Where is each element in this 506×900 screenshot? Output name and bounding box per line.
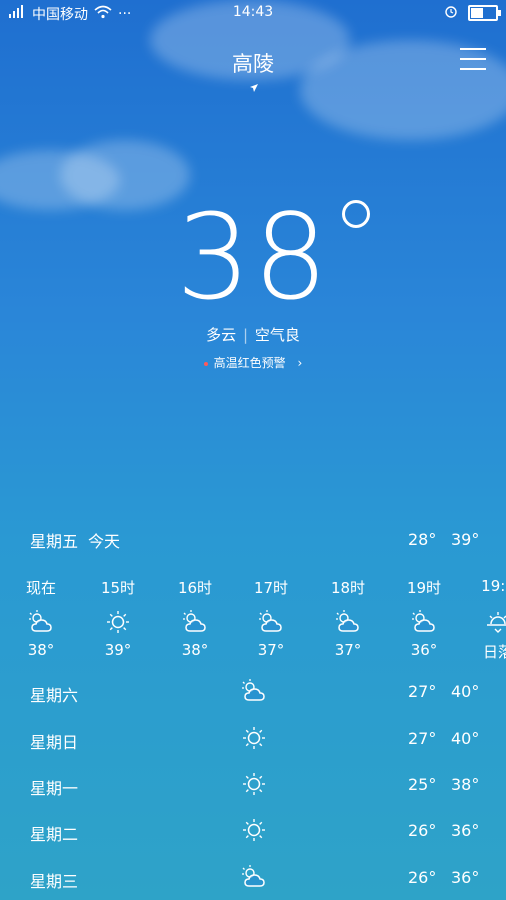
hour-time: 19:5 — [481, 577, 506, 595]
status-time: 14:43 — [232, 4, 274, 20]
daily-row: 星期三 26° 36° — [0, 858, 506, 898]
menu-button[interactable] — [460, 48, 486, 70]
sun-icon — [104, 609, 132, 635]
hour-time: 17时 — [253, 579, 289, 597]
hour-temperature: 38° — [27, 641, 55, 659]
sun-icon — [241, 817, 267, 843]
hour-temperature: 37° — [257, 641, 285, 659]
daily-day: 星期三 — [30, 872, 79, 891]
hourly-item: 19时 36° — [394, 577, 454, 659]
daily-day: 星期二 — [30, 825, 79, 844]
daily-row: 星期二 26° 36° — [0, 811, 506, 851]
condition-line[interactable]: 多云 | 空气良 — [0, 324, 506, 345]
hour-temperature: 37° — [334, 641, 362, 659]
daily-day: 星期日 — [30, 733, 79, 752]
hourly-item: 现在 38° — [11, 577, 71, 659]
hour-temperature: 36° — [410, 641, 438, 659]
today-day: 星期五 — [30, 532, 79, 551]
daily-day: 星期一 — [30, 779, 79, 798]
daily-low: 27° — [408, 729, 437, 748]
daily-low: 27° — [408, 682, 437, 701]
hourly-item: 16时 38° — [165, 577, 225, 659]
daily-row: 星期六 27° 40° — [0, 672, 506, 712]
partly-cloudy-icon — [410, 609, 438, 635]
daily-row: 星期一 25° 38° — [0, 765, 506, 805]
partly-cloudy-icon — [181, 609, 209, 635]
separator: | — [242, 326, 249, 344]
weather-alert[interactable]: 高温红色预警 › — [0, 354, 506, 371]
alarm-icon — [444, 4, 458, 22]
condition-text: 多云 — [206, 326, 237, 344]
today-label: 今天 — [88, 532, 121, 551]
hour-temperature: 39° — [104, 641, 132, 659]
partly-cloudy-icon — [241, 864, 267, 890]
daily-low: 25° — [408, 775, 437, 794]
daily-high: 40° — [451, 729, 480, 748]
today-row: 星期五 今天 28° 39° — [0, 528, 506, 558]
status-bar: 中国移动 ··· 14:43 — [0, 0, 506, 26]
partly-cloudy-icon — [241, 678, 267, 704]
today-low: 28° — [408, 530, 437, 549]
hour-time: 15时 — [100, 579, 136, 597]
alert-dot-icon — [203, 361, 208, 366]
partly-cloudy-icon — [334, 609, 362, 635]
daily-row: 星期日 27° 40° — [0, 719, 506, 759]
air-quality-text: 空气良 — [254, 326, 300, 344]
battery-icon — [468, 5, 501, 21]
partly-cloudy-icon — [27, 609, 55, 635]
daily-high: 40° — [451, 682, 480, 701]
hour-time: 18时 — [330, 579, 366, 597]
current-temperature: 38 — [175, 188, 331, 326]
hour-time: 现在 — [25, 579, 56, 597]
hourly-item: 19:5 日落 — [468, 577, 506, 662]
hourly-item: 18时 37° — [318, 577, 378, 659]
today-high: 39° — [451, 530, 480, 549]
daily-low: 26° — [408, 821, 437, 840]
hourly-item: 17时 37° — [241, 577, 301, 659]
partly-cloudy-icon — [257, 609, 285, 635]
daily-day: 星期六 — [30, 686, 79, 705]
hour-temperature: 日落 — [482, 643, 506, 661]
daily-low: 26° — [408, 868, 437, 887]
sunset-icon — [484, 609, 506, 635]
hour-time: 16时 — [177, 579, 213, 597]
sun-icon — [241, 771, 267, 797]
sun-icon — [241, 725, 267, 751]
city-name[interactable]: 高陵 — [0, 48, 506, 78]
daily-high: 36° — [451, 821, 480, 840]
chevron-right-icon: › — [297, 356, 303, 370]
daily-high: 36° — [451, 868, 480, 887]
hour-time: 19时 — [406, 579, 442, 597]
daily-high: 38° — [451, 775, 480, 794]
hour-temperature: 38° — [181, 641, 209, 659]
location-arrow-icon — [250, 84, 258, 92]
alert-text: 高温红色预警 — [213, 356, 286, 370]
hourly-item: 15时 39° — [88, 577, 148, 659]
degree-symbol — [342, 200, 370, 228]
